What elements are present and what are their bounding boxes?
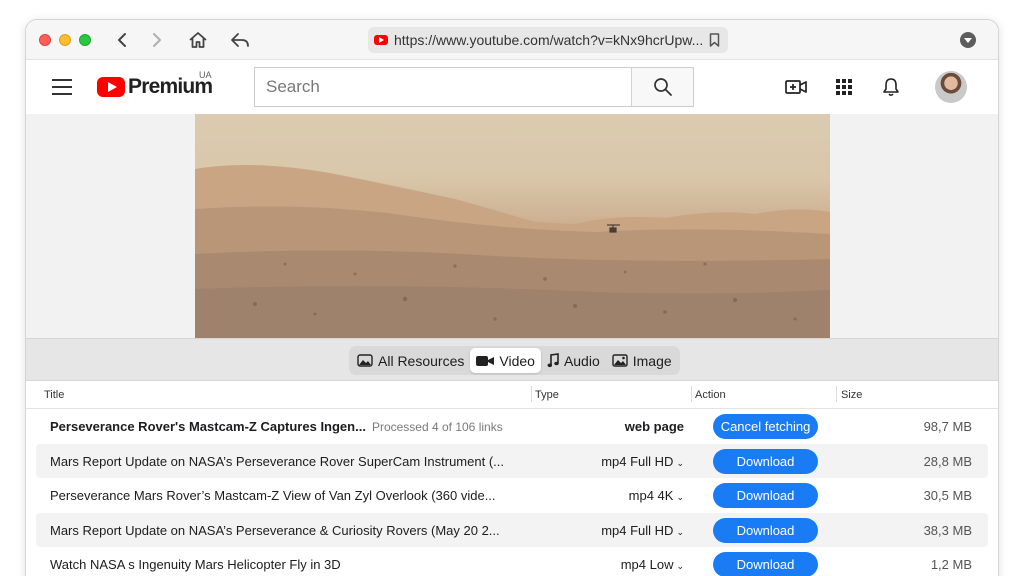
tab-label: Audio xyxy=(563,352,600,369)
row-type-select[interactable]: mp4 Full HD ⌄ xyxy=(601,523,684,538)
photos-icon xyxy=(357,354,373,367)
tab-audio[interactable]: Audio xyxy=(541,348,606,373)
logo-region-text: UA xyxy=(199,70,212,80)
page-title-text: Perseverance Rover's Mastcam-Z Captures … xyxy=(50,419,366,434)
share-back-icon[interactable] xyxy=(228,28,252,52)
chevron-down-icon: ⌄ xyxy=(676,457,684,468)
fetch-progress-text: Processed 4 of 106 links xyxy=(371,420,503,434)
row-title: Watch NASA s Ingenuity Mars Helicopter F… xyxy=(50,557,341,572)
back-icon[interactable] xyxy=(110,28,134,52)
chevron-down-icon: ⌄ xyxy=(676,561,684,571)
avatar[interactable] xyxy=(935,71,967,103)
forward-icon[interactable] xyxy=(145,28,169,52)
tab-all-resources[interactable]: All Resources xyxy=(351,348,470,373)
browser-toolbar: https://www.youtube.com/watch?v=kNx9hcrU… xyxy=(26,20,998,60)
download-button[interactable]: Download xyxy=(713,448,818,474)
video-area xyxy=(26,114,998,338)
table-row[interactable]: Mars Report Update on NASA’s Perseveranc… xyxy=(36,512,988,547)
row-size: 30,5 MB xyxy=(923,488,972,503)
row-type: mp4 Full HD xyxy=(601,522,674,538)
download-button[interactable]: Download xyxy=(713,483,818,508)
tab-label: All Resources xyxy=(378,352,465,369)
search-icon xyxy=(653,78,672,96)
browser-window: https://www.youtube.com/watch?v=kNx9hcrU… xyxy=(25,19,999,576)
search-button[interactable] xyxy=(631,68,693,106)
youtube-logo[interactable]: Premium UA xyxy=(97,70,213,98)
resource-type-tabs: All Resources Video Audio Image xyxy=(349,346,680,375)
row-type-select[interactable]: mp4 Low ⌄ xyxy=(621,557,684,572)
video-camera-icon xyxy=(476,355,495,367)
youtube-favicon-icon xyxy=(374,35,388,45)
close-window-button[interactable] xyxy=(39,34,51,46)
resource-filter-bar: All Resources Video Audio Image xyxy=(26,338,998,381)
row-size: 98,7 MB xyxy=(923,419,972,434)
home-icon[interactable] xyxy=(186,28,210,52)
column-header-action[interactable]: Action xyxy=(695,389,726,401)
downloads-icon[interactable] xyxy=(960,32,976,48)
address-bar[interactable]: https://www.youtube.com/watch?v=kNx9hcrU… xyxy=(368,27,728,53)
row-type-select[interactable]: mp4 4K ⌄ xyxy=(629,488,684,503)
row-type: web page xyxy=(624,419,684,434)
create-video-icon[interactable] xyxy=(784,75,808,99)
row-size: 28,8 MB xyxy=(923,453,972,469)
resources-table: Title Type Action Size Perseverance Rove… xyxy=(26,381,998,576)
youtube-header: Premium UA xyxy=(26,60,998,114)
table-row[interactable]: Perseverance Mars Rover’s Mastcam-Z View… xyxy=(36,478,988,513)
url-text: https://www.youtube.com/watch?v=kNx9hcrU… xyxy=(394,32,704,48)
row-type: mp4 4K xyxy=(628,488,674,503)
table-row[interactable]: Watch NASA s Ingenuity Mars Helicopter F… xyxy=(36,547,988,576)
column-header-title[interactable]: Title xyxy=(44,389,64,401)
row-title: Mars Report Update on NASA’s Perseveranc… xyxy=(50,522,500,538)
video-player[interactable] xyxy=(195,114,830,338)
search-input[interactable] xyxy=(255,68,631,106)
zoom-window-button[interactable] xyxy=(79,34,91,46)
minimize-window-button[interactable] xyxy=(59,34,71,46)
row-type: mp4 Full HD xyxy=(601,453,674,469)
row-size: 38,3 MB xyxy=(923,522,972,538)
column-header-size[interactable]: Size xyxy=(841,389,862,401)
bookmark-icon[interactable] xyxy=(709,33,720,47)
row-title: Perseverance Rover's Mastcam-Z Captures … xyxy=(50,419,520,434)
row-title: Perseverance Mars Rover’s Mastcam-Z View… xyxy=(50,488,496,503)
chevron-down-icon: ⌄ xyxy=(676,526,684,537)
column-header-type[interactable]: Type xyxy=(535,389,559,401)
youtube-play-icon xyxy=(97,77,125,97)
notifications-bell-icon[interactable] xyxy=(879,75,903,99)
tab-label: Image xyxy=(632,352,672,369)
table-row[interactable]: Mars Report Update on NASA’s Perseveranc… xyxy=(36,443,988,478)
tab-label: Video xyxy=(499,352,535,369)
tab-image[interactable]: Image xyxy=(606,348,678,373)
row-type: mp4 Low xyxy=(620,557,674,572)
menu-icon[interactable] xyxy=(52,79,72,95)
apps-grid-icon[interactable] xyxy=(832,75,856,99)
music-note-icon xyxy=(547,353,559,368)
row-type-select[interactable]: mp4 Full HD ⌄ xyxy=(601,454,684,469)
download-button[interactable]: Download xyxy=(713,552,818,576)
tab-video[interactable]: Video xyxy=(470,348,541,373)
download-button[interactable]: Download xyxy=(713,517,818,543)
row-title: Mars Report Update on NASA’s Perseveranc… xyxy=(50,453,504,469)
chevron-down-icon: ⌄ xyxy=(676,492,684,502)
row-size: 1,2 MB xyxy=(930,557,972,572)
search-box xyxy=(254,67,694,107)
image-icon xyxy=(612,354,628,367)
table-header: Title Type Action Size xyxy=(26,381,998,409)
cancel-fetching-button[interactable]: Cancel fetching xyxy=(713,414,818,439)
table-row[interactable]: Perseverance Rover's Mastcam-Z Captures … xyxy=(36,409,988,444)
